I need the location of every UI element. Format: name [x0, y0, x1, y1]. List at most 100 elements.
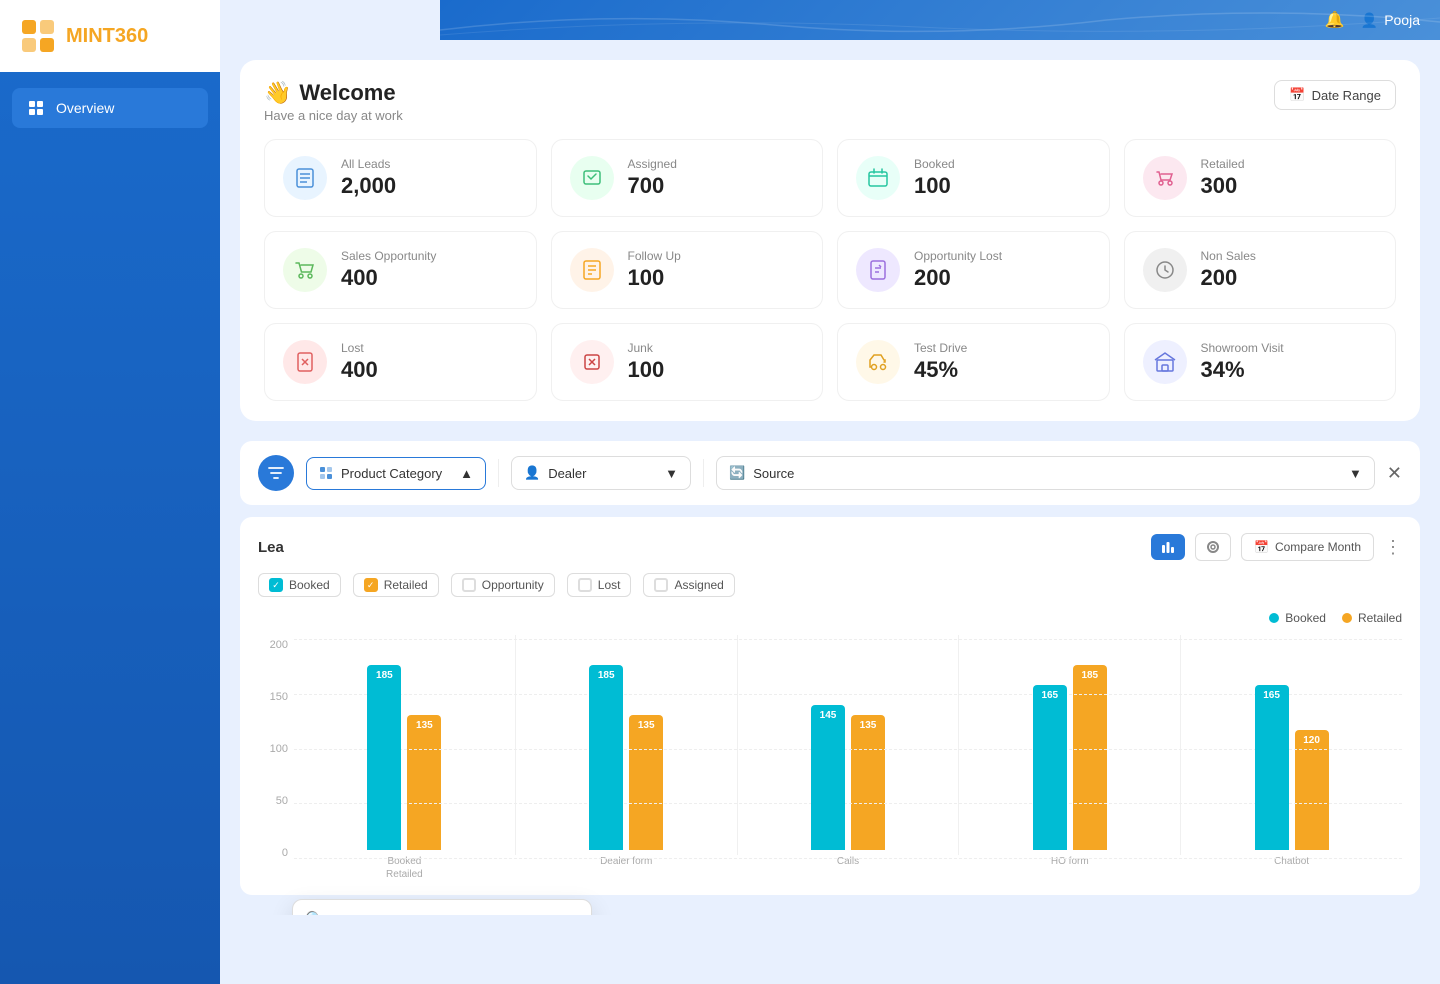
stat-value-booked: 100: [914, 173, 955, 199]
dropdown-search-input[interactable]: [333, 913, 579, 916]
sidebar: MINT360 Overview: [0, 0, 220, 984]
source-dropdown[interactable]: 🔄 Source ▼: [716, 456, 1375, 490]
dealer-dropdown[interactable]: 👤 Dealer ▼: [511, 456, 691, 490]
stat-card-test-drive[interactable]: Test Drive 45%: [837, 323, 1110, 401]
stat-value-sales-opportunity: 400: [341, 265, 436, 291]
stat-card-sales-opportunity[interactable]: Sales Opportunity 400: [264, 231, 537, 309]
stat-label-sales-opportunity: Sales Opportunity: [341, 249, 436, 263]
bar-pair-0: 185 135: [367, 650, 441, 850]
chip-check-2: [462, 578, 476, 592]
stat-info-all-leads: All Leads 2,000: [341, 157, 396, 199]
stat-card-showroom-visit[interactable]: Showroom Visit 34%: [1124, 323, 1397, 401]
main-content: 👋 Welcome Have a nice day at work 📅 Date…: [220, 40, 1440, 915]
stat-info-assigned: Assigned 700: [628, 157, 677, 199]
stats-grid: All Leads 2,000 Assigned 700 Booked 100 …: [264, 139, 1396, 401]
bar-retailed-4: 120: [1295, 730, 1329, 850]
bar-pair-3: 165 185: [1033, 650, 1107, 850]
date-range-button[interactable]: 📅 Date Range: [1274, 80, 1396, 110]
stat-info-follow-up: Follow Up 100: [628, 249, 681, 291]
y-label-200: 200: [270, 639, 288, 651]
stat-icon-retailed: [1143, 156, 1187, 200]
bar-pair-2: 145 135: [811, 650, 885, 850]
chart-chip-opportunity[interactable]: Opportunity: [451, 573, 555, 597]
stat-card-assigned[interactable]: Assigned 700: [551, 139, 824, 217]
stat-info-non-sales: Non Sales 200: [1201, 249, 1256, 291]
bar-booked-0: 185: [367, 665, 401, 850]
bar-retailed-3: 185: [1073, 665, 1107, 850]
logo-area: MINT360: [0, 0, 220, 72]
filter-separator-2: [703, 459, 704, 487]
bar-pair-1: 185 135: [589, 650, 663, 850]
chart-bars-area: 185 135 BookedRetailed 185 135 Dealer fo…: [294, 639, 1402, 879]
chip-label-3: Lost: [598, 578, 621, 592]
stat-card-lost[interactable]: Lost 400: [264, 323, 537, 401]
stat-label-retailed: Retailed: [1201, 157, 1245, 171]
chip-label-4: Assigned: [674, 578, 723, 592]
donut-chart-button[interactable]: [1195, 533, 1231, 561]
legend-label-1: Retailed: [1358, 611, 1402, 625]
logo-text: MINT360: [66, 25, 148, 48]
bar-label-3: HO form: [1051, 855, 1089, 879]
bar-booked-2: 145: [811, 705, 845, 850]
stat-card-retailed[interactable]: Retailed 300: [1124, 139, 1397, 217]
stat-card-junk[interactable]: Junk 100: [551, 323, 824, 401]
stat-info-lost: Lost 400: [341, 341, 378, 383]
legend-dot-0: [1269, 613, 1279, 623]
stat-value-lost: 400: [341, 357, 378, 383]
bar-group-3: 165 185 HO form: [959, 639, 1180, 879]
bar-pair-4: 165 120: [1255, 650, 1329, 850]
sidebar-item-overview[interactable]: Overview: [12, 88, 208, 128]
chip-label-2: Opportunity: [482, 578, 544, 592]
chart-chip-booked[interactable]: ✓ Booked: [258, 573, 341, 597]
stat-label-assigned: Assigned: [628, 157, 677, 171]
stat-card-follow-up[interactable]: Follow Up 100: [551, 231, 824, 309]
welcome-card: 👋 Welcome Have a nice day at work 📅 Date…: [240, 60, 1420, 421]
product-category-label: Product Category: [341, 466, 442, 481]
sidebar-item-label: Overview: [56, 100, 114, 116]
bar-booked-3: 165: [1033, 685, 1067, 850]
bar-retailed-0: 135: [407, 715, 441, 850]
chart-wrapper: 200 150 100 50 0: [258, 639, 1402, 879]
filter-chart-section: Product Category ▲ 👤 Dealer ▼ 🔄 Source ▼…: [240, 441, 1420, 895]
welcome-subtitle: Have a nice day at work: [264, 108, 403, 123]
legend-label-0: Booked: [1285, 611, 1326, 625]
stat-card-non-sales[interactable]: Non Sales 200: [1124, 231, 1397, 309]
calendar-icon: 📅: [1289, 87, 1305, 103]
chevron-down-icon-2: ▼: [1349, 466, 1362, 481]
more-options-button[interactable]: ⋮: [1384, 537, 1402, 558]
bar-chart-button[interactable]: [1151, 534, 1185, 560]
bar-retailed-1: 135: [629, 715, 663, 850]
filter-icon-button[interactable]: [258, 455, 294, 491]
dealer-dropdown-panel: 🔍 Dealer ▲ Dealer 1 Mohan Dealer 2 Mohan…: [292, 899, 592, 915]
stat-card-booked[interactable]: Booked 100: [837, 139, 1110, 217]
chip-label-1: Retailed: [384, 578, 428, 592]
stat-card-opportunity-lost[interactable]: Opportunity Lost 200: [837, 231, 1110, 309]
calendar-icon-2: 📅: [1254, 540, 1269, 554]
compare-month-label: Compare Month: [1275, 540, 1361, 554]
stat-card-all-leads[interactable]: All Leads 2,000: [264, 139, 537, 217]
dealer-icon: 👤: [524, 465, 540, 481]
close-filter-button[interactable]: ✕: [1387, 463, 1402, 484]
welcome-title: 👋 Welcome: [264, 80, 403, 106]
y-label-100: 100: [270, 743, 288, 755]
stat-label-lost: Lost: [341, 341, 378, 355]
stat-value-follow-up: 100: [628, 265, 681, 291]
wave-emoji: 👋: [264, 80, 291, 106]
stat-info-opportunity-lost: Opportunity Lost 200: [914, 249, 1002, 291]
donut-chart-icon: [1206, 540, 1220, 554]
stat-info-booked: Booked 100: [914, 157, 955, 199]
chart-controls: 📅 Compare Month ⋮: [1151, 533, 1402, 561]
stat-value-non-sales: 200: [1201, 265, 1256, 291]
y-label-50: 50: [276, 795, 288, 807]
stat-info-test-drive: Test Drive 45%: [914, 341, 967, 383]
chart-chip-lost[interactable]: Lost: [567, 573, 632, 597]
sidebar-nav: Overview: [0, 72, 220, 144]
compare-month-button[interactable]: 📅 Compare Month: [1241, 533, 1374, 561]
chart-chip-retailed[interactable]: ✓ Retailed: [353, 573, 439, 597]
welcome-header: 👋 Welcome Have a nice day at work 📅 Date…: [264, 80, 1396, 123]
stat-value-test-drive: 45%: [914, 357, 967, 383]
bar-label-2: Calls: [837, 855, 859, 879]
stat-value-all-leads: 2,000: [341, 173, 396, 199]
product-category-dropdown[interactable]: Product Category ▲: [306, 457, 486, 490]
chart-chip-assigned[interactable]: Assigned: [643, 573, 734, 597]
